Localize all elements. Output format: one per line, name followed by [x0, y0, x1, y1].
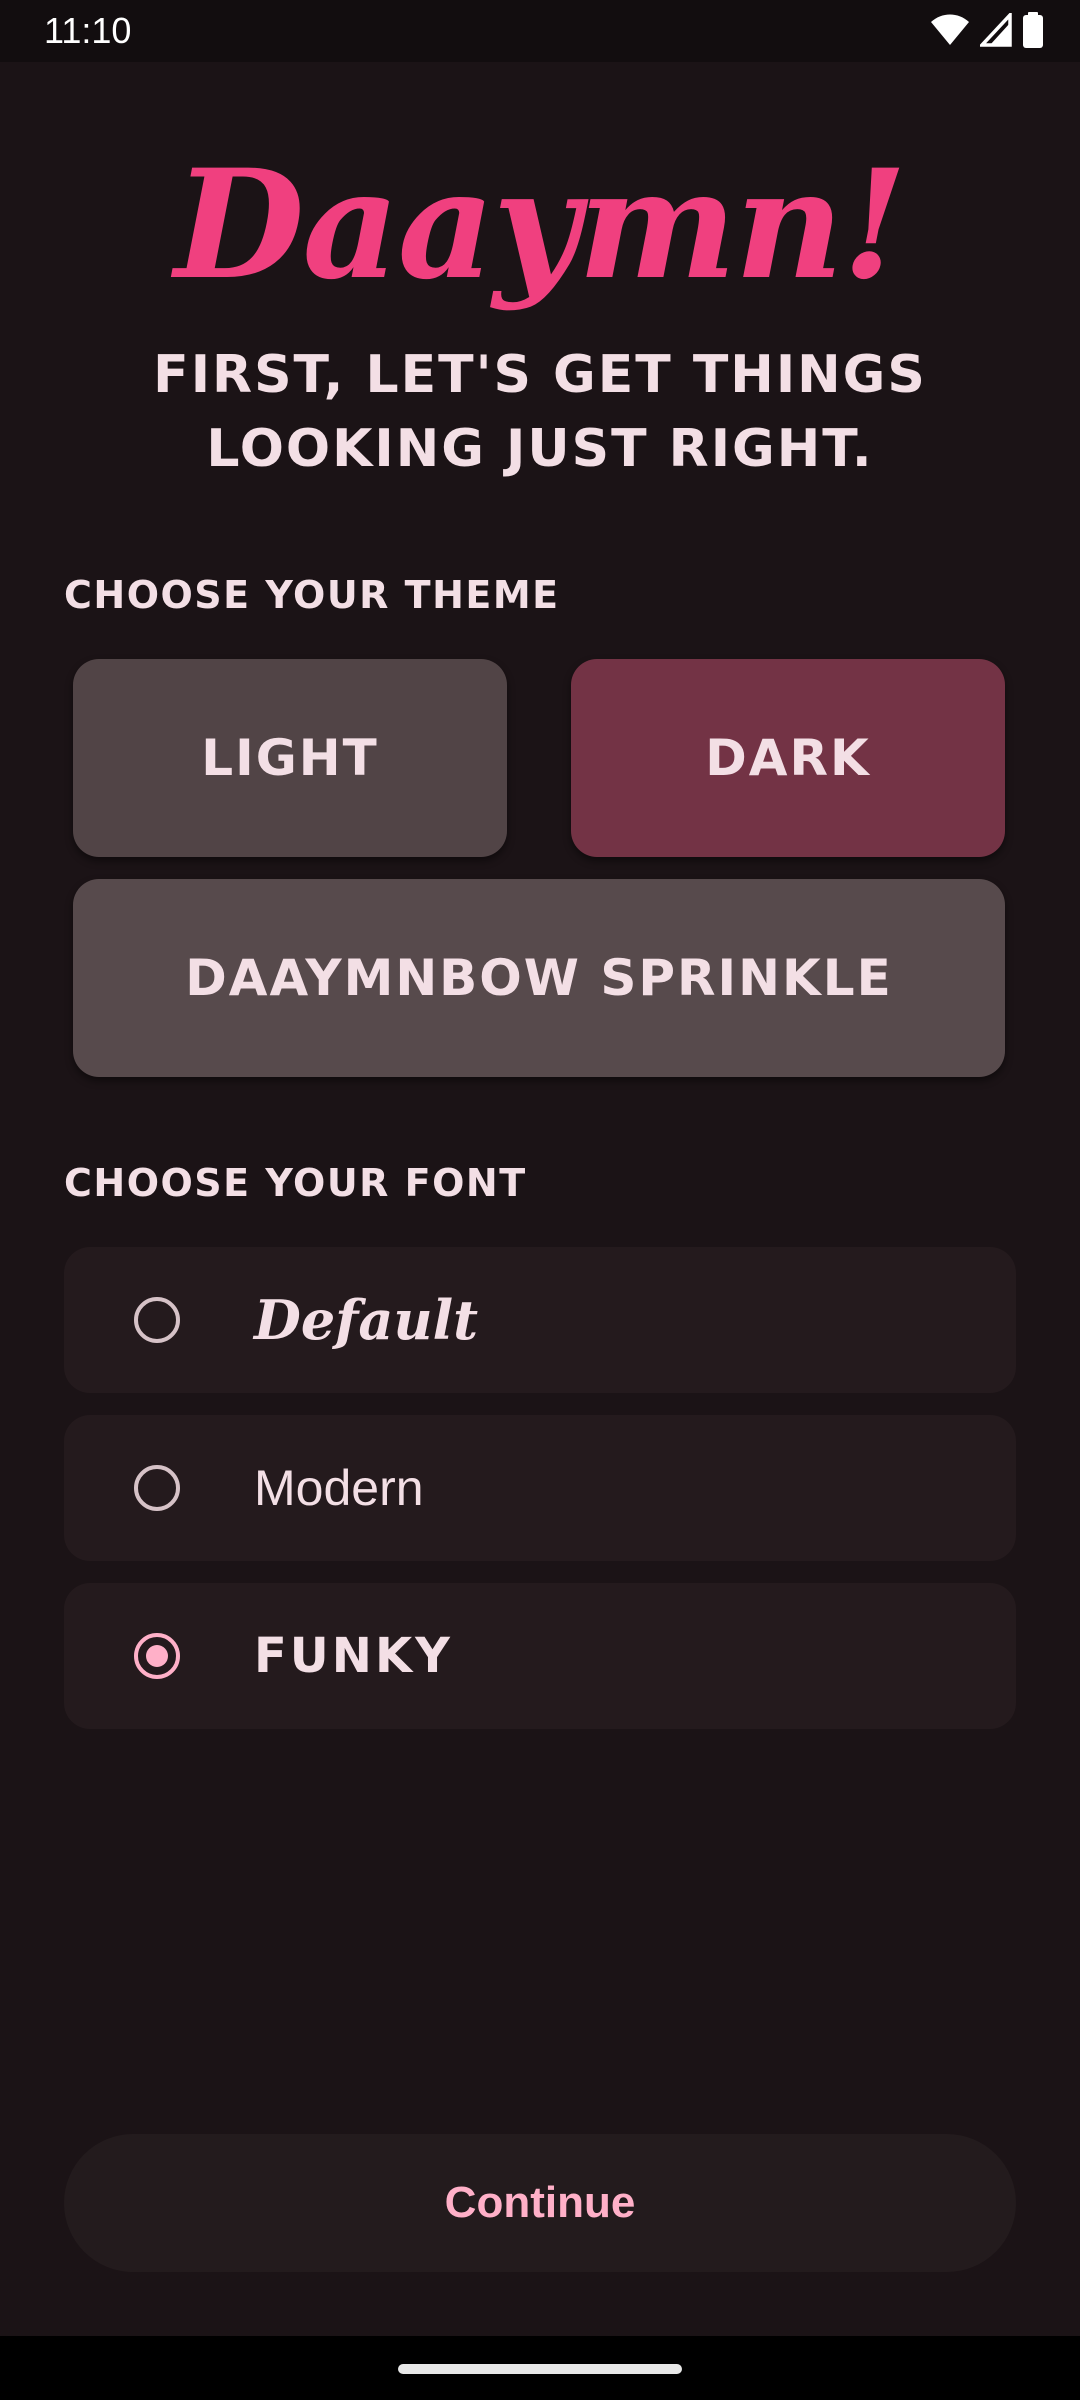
font-option-funky[interactable]: FUNKY: [64, 1583, 1016, 1729]
status-icons: [930, 12, 1044, 48]
radio-default[interactable]: [134, 1297, 180, 1343]
font-option-default[interactable]: Default: [64, 1247, 1016, 1393]
setup-screen: 11:10 Daaymn! FIRST, LET'S GET THINGS LO…: [0, 0, 1080, 2400]
home-gesture-handle[interactable]: [398, 2364, 682, 2374]
theme-section-label: CHOOSE YOUR THEME: [64, 573, 560, 617]
font-section-label: CHOOSE YOUR FONT: [64, 1161, 527, 1205]
font-option-label: Modern: [254, 1460, 424, 1516]
signal-icon: [980, 13, 1012, 47]
status-bar: 11:10: [0, 0, 1080, 62]
font-option-label: Default: [254, 1288, 479, 1352]
theme-light-button[interactable]: LIGHT: [73, 659, 507, 857]
theme-dark-button[interactable]: DARK: [571, 659, 1005, 857]
wifi-icon: [930, 13, 970, 47]
font-option-modern[interactable]: Modern: [64, 1415, 1016, 1561]
battery-icon: [1022, 12, 1044, 48]
page-subtitle: FIRST, LET'S GET THINGS LOOKING JUST RIG…: [153, 345, 927, 479]
continue-button[interactable]: Continue: [64, 2134, 1016, 2272]
radio-modern[interactable]: [134, 1465, 180, 1511]
font-option-label: FUNKY: [254, 1628, 453, 1684]
status-time: 11:10: [44, 10, 132, 51]
app-logo: Daaymn!: [174, 137, 907, 313]
theme-daaymnbow-sprinkle-button[interactable]: DAAYMNBOW SPRINKLE: [73, 879, 1005, 1077]
radio-funky[interactable]: [134, 1633, 180, 1679]
